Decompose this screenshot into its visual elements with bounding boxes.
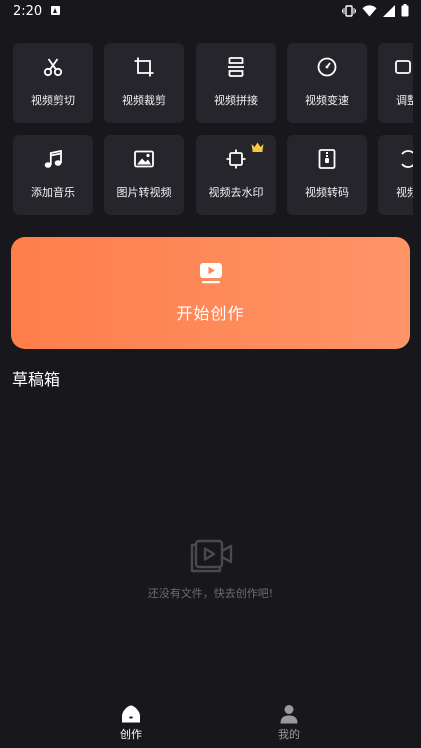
tool-video-rotate[interactable]: 视频 xyxy=(378,135,413,215)
tool-label: 视频拼接 xyxy=(214,94,258,107)
tool-label: 调整 xyxy=(396,94,413,107)
tool-grid: 视频剪切 视频裁剪 视频拼接 视频变速 调整 添加音乐 图片转视频 视频去水印 … xyxy=(13,43,413,217)
scissors-icon xyxy=(42,56,64,78)
start-create-label: 开始创作 xyxy=(176,304,245,323)
battery-icon xyxy=(401,4,409,17)
nav-mine-label: 我的 xyxy=(278,728,300,741)
status-icons xyxy=(342,4,409,17)
nav-create-tab[interactable]: 创作 xyxy=(91,704,171,742)
tool-video-speed[interactable]: 视频变速 xyxy=(287,43,367,123)
tool-video-crop[interactable]: 视频裁剪 xyxy=(104,43,184,123)
status-time: 2:20 xyxy=(13,4,43,19)
video-play-icon xyxy=(200,263,222,284)
user-icon xyxy=(280,705,298,724)
notification-a-icon xyxy=(51,6,60,15)
nav-create-label: 创作 xyxy=(120,728,142,741)
tool-label: 视频裁剪 xyxy=(122,94,166,107)
empty-video-icon xyxy=(190,539,233,573)
wifi-icon xyxy=(362,4,377,16)
nav-mine-tab[interactable]: 我的 xyxy=(249,704,329,742)
tool-label: 添加音乐 xyxy=(31,186,75,199)
tool-label: 视频 xyxy=(396,186,413,199)
tool-label: 视频去水印 xyxy=(208,186,264,199)
start-create-button[interactable]: 开始创作 xyxy=(11,237,410,349)
rotate-icon xyxy=(398,148,413,170)
tool-label: 视频转码 xyxy=(305,186,349,199)
tool-video-merge[interactable]: 视频拼接 xyxy=(196,43,276,123)
bottom-nav: 创作 我的 xyxy=(0,700,421,748)
adjust-icon xyxy=(392,56,413,78)
crop-icon xyxy=(133,56,155,78)
music-note-icon xyxy=(42,148,64,170)
tool-remove-watermark[interactable]: 视频去水印 xyxy=(196,135,276,215)
tool-adjust[interactable]: 调整 xyxy=(378,43,413,123)
tool-label: 图片转视频 xyxy=(116,186,172,199)
tool-image-to-video[interactable]: 图片转视频 xyxy=(104,135,184,215)
status-bar: 2:20 xyxy=(0,0,421,24)
drafts-title: 草稿箱 xyxy=(12,370,61,389)
home-icon xyxy=(122,705,140,723)
tool-video-transcode[interactable]: 视频转码 xyxy=(287,135,367,215)
speed-dial-icon xyxy=(316,56,338,78)
vibrate-icon xyxy=(342,4,356,17)
empty-drafts-text: 还没有文件，快去创作吧! xyxy=(147,587,274,600)
vip-crown-icon xyxy=(251,142,264,152)
tool-label: 视频剪切 xyxy=(31,94,75,107)
tool-add-music[interactable]: 添加音乐 xyxy=(13,135,93,215)
tool-video-cut[interactable]: 视频剪切 xyxy=(13,43,93,123)
zip-file-icon xyxy=(316,148,338,170)
image-icon xyxy=(133,148,155,170)
watermark-remove-icon xyxy=(225,148,247,170)
tool-label: 视频变速 xyxy=(305,94,349,107)
merge-icon xyxy=(225,56,247,78)
signal-icon xyxy=(383,4,395,17)
